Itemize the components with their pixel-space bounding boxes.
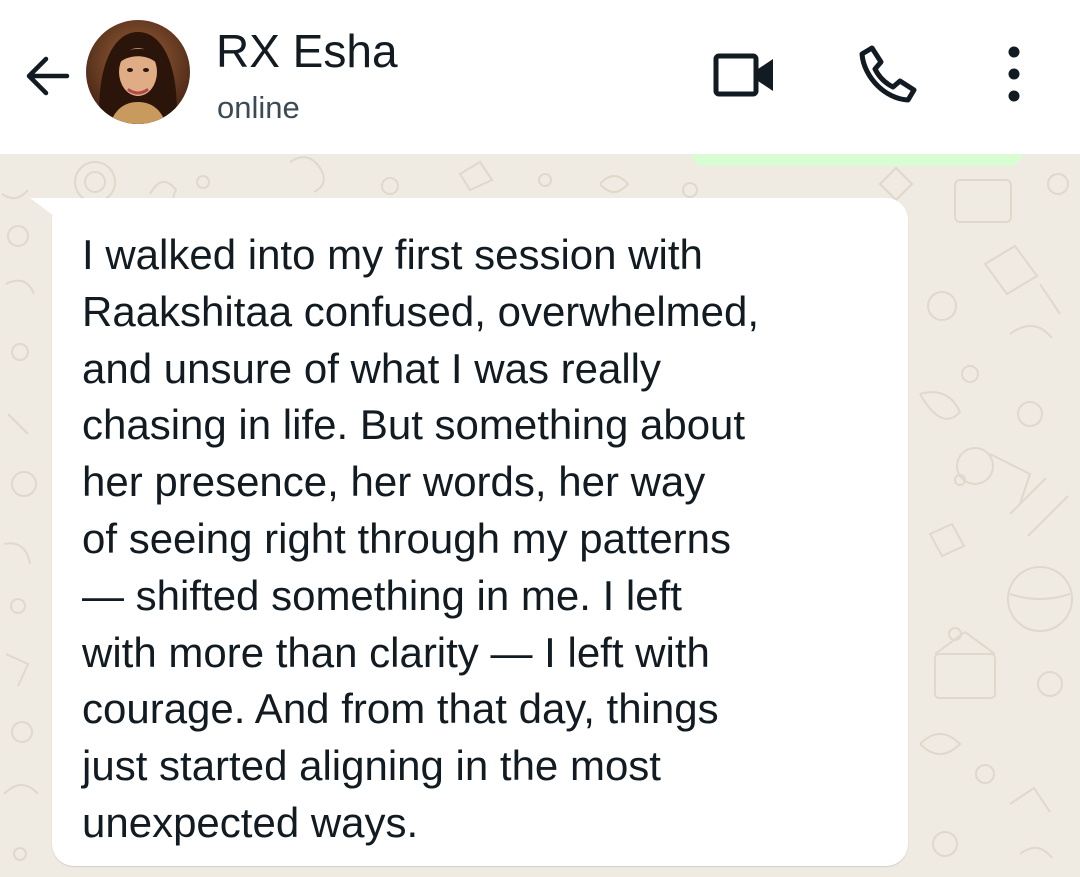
contact-name[interactable]: RX Esha — [216, 24, 398, 78]
video-call-button[interactable] — [706, 44, 782, 104]
video-camera-icon — [713, 53, 773, 97]
more-vertical-icon — [1008, 46, 1020, 102]
voice-call-button[interactable] — [852, 40, 918, 106]
message-text: I walked into my first session with Raak… — [82, 231, 760, 846]
contact-status: online — [217, 90, 300, 125]
more-options-button[interactable] — [996, 40, 1036, 110]
chat-area[interactable]: I walked into my first session with Raak… — [0, 154, 1080, 877]
phone-icon — [859, 45, 917, 103]
chat-header: RX Esha online — [0, 0, 1080, 154]
avatar[interactable] — [86, 20, 190, 124]
arrow-left-icon — [26, 56, 70, 96]
previous-message-bubble — [692, 154, 1022, 166]
back-button[interactable] — [18, 46, 78, 106]
contact-photo — [86, 20, 190, 124]
